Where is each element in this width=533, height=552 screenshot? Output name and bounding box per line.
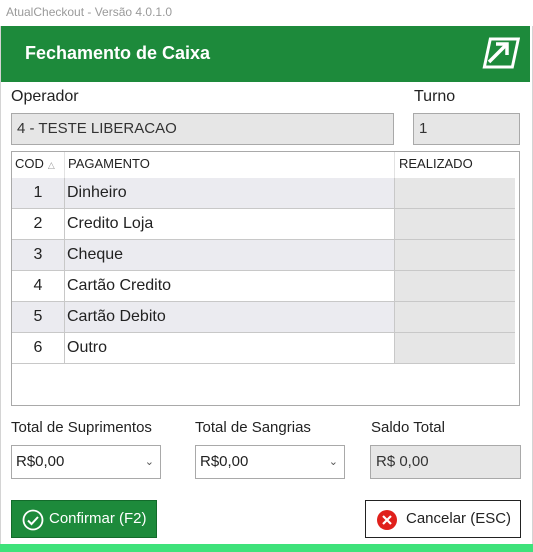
check-circle-icon xyxy=(22,509,44,531)
confirm-button[interactable]: Confirmar (F2) xyxy=(11,500,157,538)
suprimentos-label: Total de Suprimentos xyxy=(11,419,152,436)
column-header-realizado[interactable]: REALIZADO xyxy=(395,152,515,178)
operator-field: 4 - TESTE LIBERACAO xyxy=(11,113,394,145)
cell-cod: 6 xyxy=(12,333,65,363)
cell-cod: 1 xyxy=(12,178,65,208)
sangrias-label: Total de Sangrias xyxy=(195,419,311,436)
column-header-realizado-label: REALIZADO xyxy=(399,156,473,171)
table-row[interactable]: 4 Cartão Credito xyxy=(12,271,515,302)
saldo-field: R$ 0,00 xyxy=(370,445,521,479)
table-row[interactable]: 5 Cartão Debito xyxy=(12,302,515,333)
cell-realizado[interactable] xyxy=(395,271,515,301)
shift-field: 1 xyxy=(413,113,520,145)
cancel-button[interactable]: Cancelar (ESC) xyxy=(365,500,521,538)
sort-ascending-icon: △ xyxy=(47,160,55,170)
payments-grid[interactable]: COD △ PAGAMENTO REALIZADO 1 Dinheiro 2 Cr… xyxy=(11,151,520,406)
window-titlebar: AtualCheckout - Versão 4.0.1.0 xyxy=(0,0,533,26)
bottom-accent-bar xyxy=(0,544,533,552)
cell-realizado[interactable] xyxy=(395,209,515,239)
cell-pagamento: Cartão Credito xyxy=(65,271,395,301)
cell-cod: 3 xyxy=(12,240,65,270)
cell-cod: 4 xyxy=(12,271,65,301)
cancel-button-label: Cancelar (ESC) xyxy=(406,510,512,527)
column-header-pagamento-label: PAGAMENTO xyxy=(68,156,150,171)
cell-cod: 5 xyxy=(12,302,65,332)
cell-pagamento: Cartão Debito xyxy=(65,302,395,332)
table-row[interactable]: 1 Dinheiro xyxy=(12,178,515,209)
shift-label: Turno xyxy=(414,88,456,105)
window-title: AtualCheckout - Versão 4.0.1.0 xyxy=(6,5,173,19)
column-header-pagamento[interactable]: PAGAMENTO xyxy=(65,152,395,178)
page-title: Fechamento de Caixa xyxy=(25,43,211,63)
confirm-button-label: Confirmar (F2) xyxy=(49,510,147,527)
table-row[interactable]: 3 Cheque xyxy=(12,240,515,271)
grid-header: COD △ PAGAMENTO REALIZADO xyxy=(12,152,519,178)
cell-pagamento: Dinheiro xyxy=(65,178,395,208)
close-circle-icon xyxy=(377,510,397,530)
operator-label: Operador xyxy=(11,88,79,105)
cell-realizado[interactable] xyxy=(395,178,515,208)
suprimentos-select[interactable]: R$0,00 ⌄ xyxy=(11,445,161,479)
cell-pagamento: Outro xyxy=(65,333,395,363)
suprimentos-value: R$0,00 xyxy=(16,453,65,470)
cell-pagamento: Cheque xyxy=(65,240,395,270)
cell-pagamento: Credito Loja xyxy=(65,209,395,239)
table-row[interactable]: 2 Credito Loja xyxy=(12,209,515,240)
column-header-cod[interactable]: COD △ xyxy=(12,152,65,178)
header-bar: Fechamento de Caixa xyxy=(1,26,530,82)
cell-realizado[interactable] xyxy=(395,240,515,270)
chevron-down-icon[interactable]: ⌄ xyxy=(145,446,154,478)
arrow-logo-icon xyxy=(482,37,520,69)
sangrias-value: R$0,00 xyxy=(200,453,249,470)
column-header-cod-label: COD xyxy=(15,156,44,171)
table-row[interactable]: 6 Outro xyxy=(12,333,515,364)
saldo-label: Saldo Total xyxy=(371,419,445,436)
cell-cod: 2 xyxy=(12,209,65,239)
cell-realizado[interactable] xyxy=(395,333,515,363)
sangrias-select[interactable]: R$0,00 ⌄ xyxy=(195,445,345,479)
chevron-down-icon[interactable]: ⌄ xyxy=(329,446,338,478)
cell-realizado[interactable] xyxy=(395,302,515,332)
